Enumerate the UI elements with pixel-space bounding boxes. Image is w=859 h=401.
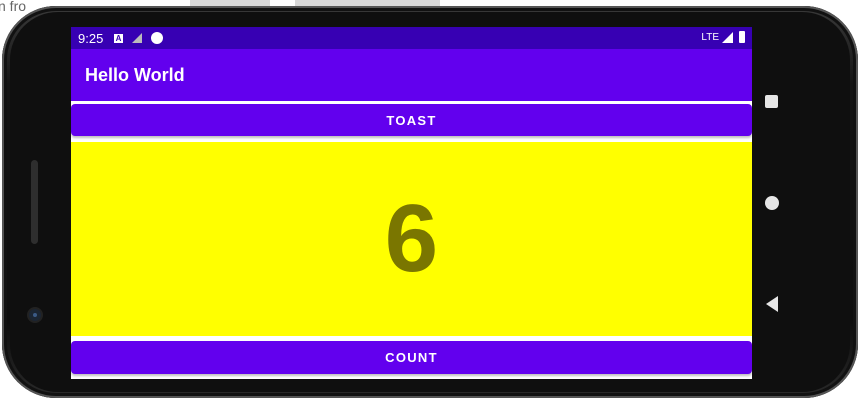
back-triangle-icon[interactable] [766,296,778,312]
no-signal-icon [132,33,142,43]
r-notification-icon [151,32,163,44]
count-display: 6 [71,142,752,336]
count-value: 6 [384,185,439,292]
status-time: 9:25 [78,31,104,46]
status-system-icons: LTE [701,31,745,43]
app-title: Hello World [85,65,185,85]
status-bar: 9:25 A LTE [71,27,752,49]
a-notification-icon: A [114,33,123,43]
cell-signal-icon [722,31,733,43]
status-notification-icons: A [114,32,163,44]
overview-square-icon[interactable] [765,95,778,108]
speaker-grille [31,160,38,244]
network-label: LTE [701,31,719,43]
app-bar: Hello World [71,49,752,101]
front-camera [29,309,41,321]
battery-icon [739,31,745,43]
device-screen: 9:25 A LTE Hello World TOAST 6 COUNT [71,27,752,379]
count-button[interactable]: COUNT [71,341,752,374]
toast-button[interactable]: TOAST [71,104,752,136]
home-circle-icon[interactable] [765,196,779,210]
background-partial-text: n fro [0,0,27,14]
